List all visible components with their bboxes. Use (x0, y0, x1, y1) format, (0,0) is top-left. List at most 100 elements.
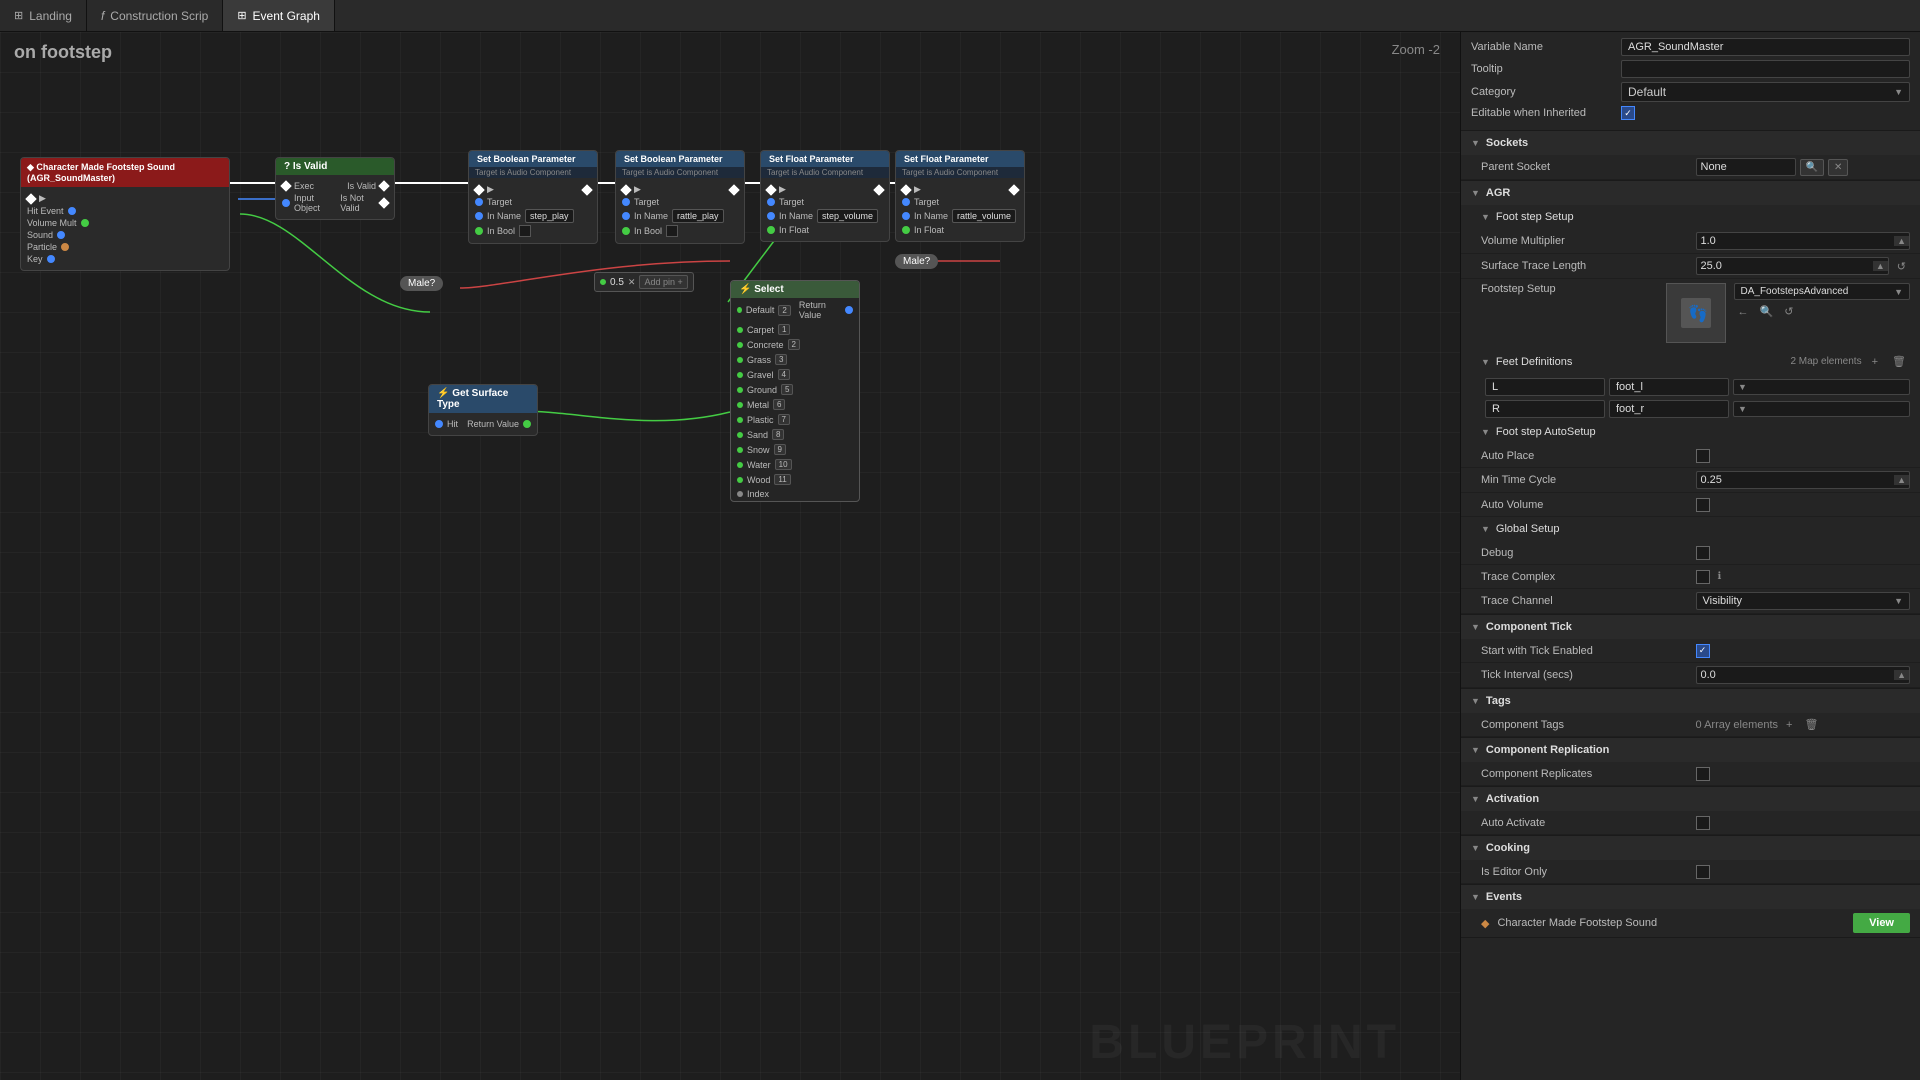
cooking-header[interactable]: ▼ Cooking (1461, 836, 1920, 860)
auto-place-row: Auto Place (1461, 444, 1920, 468)
set-float-1-header: Set Float Parameter (761, 151, 889, 167)
footstep-setup-asset-row: Footstep Setup 👣 DA_FootstepsAdvanced ▼ … (1461, 279, 1920, 347)
fs-asset-dropdown[interactable]: DA_FootstepsAdvanced ▼ (1734, 283, 1911, 300)
tick-interval-value: ▲ (1696, 666, 1911, 684)
feet-def-add-btn[interactable]: + (1868, 354, 1882, 370)
start-tick-checkbox[interactable] (1696, 644, 1710, 658)
trace-channel-label: Trace Channel (1481, 595, 1696, 607)
editable-label: Editable when Inherited (1471, 107, 1621, 119)
min-time-cycle-label: Min Time Cycle (1481, 474, 1696, 486)
tooltip-input[interactable] (1621, 60, 1910, 78)
activation-header[interactable]: ▼ Activation (1461, 787, 1920, 811)
feet-def-val-r[interactable] (1609, 400, 1729, 418)
feet-def-row-l: ▼ (1461, 376, 1920, 398)
variable-name-input[interactable] (1621, 38, 1910, 56)
sf1-exec-out (873, 184, 884, 195)
view-event-btn[interactable]: View (1853, 913, 1910, 933)
sockets-header[interactable]: ▼ Sockets (1461, 131, 1920, 155)
trace-complex-info-btn[interactable]: ℹ (1714, 569, 1726, 584)
fs-thumbnail: 👣 (1666, 283, 1726, 343)
add-pin-btn[interactable]: Add pin + (639, 275, 687, 289)
fs-back-btn[interactable]: ← (1734, 303, 1753, 320)
tooltip-row: Tooltip (1471, 60, 1910, 78)
act-arrow: ▼ (1471, 794, 1480, 804)
vol-spin-up[interactable]: ▲ (1894, 236, 1909, 246)
tags-add-btn[interactable]: + (1782, 717, 1796, 733)
fs-search-btn[interactable]: 🔍 (1756, 303, 1778, 320)
set-bool-1-body: ▶ Target In Name step_play In Bool (469, 178, 597, 243)
min-time-spin[interactable]: ▲ (1894, 475, 1909, 485)
feet-def-r-dropdown[interactable]: ▼ (1733, 401, 1910, 417)
agr-header[interactable]: ▼ AGR (1461, 181, 1920, 205)
auto-volume-label: Auto Volume (1481, 499, 1696, 511)
surface-trace-value: ▲ ↺ (1696, 257, 1911, 275)
feet-def-del-btn[interactable]: 🗑 (1888, 353, 1910, 370)
volume-mult-pin (81, 219, 89, 227)
tab-construction[interactable]: f Construction Scrip (87, 0, 223, 31)
tick-interval-wrap: ▲ (1696, 666, 1911, 684)
global-setup-title: Global Setup (1496, 523, 1560, 535)
set-float-2-node: Set Float Parameter Target is Audio Comp… (895, 150, 1025, 242)
feet-def-header[interactable]: ▼ Feet Definitions 2 Map elements + 🗑 (1461, 347, 1920, 376)
parent-socket-input[interactable] (1697, 159, 1795, 175)
select-item-plastic: Plastic 7 (731, 412, 859, 427)
foot-step-setup-header[interactable]: ▼ Foot step Setup (1461, 205, 1920, 229)
tab-event-graph[interactable]: ⊞ Event Graph (223, 0, 335, 31)
component-tags-row: Component Tags 0 Array elements + 🗑 (1461, 713, 1920, 737)
male-bubble-1: Male? (400, 276, 443, 291)
tab-landing[interactable]: ⊞ Landing (0, 0, 87, 31)
trace-complex-checkbox[interactable] (1696, 570, 1710, 584)
trace-spin-up[interactable]: ▲ (1873, 261, 1888, 271)
tick-interval-input[interactable] (1697, 667, 1895, 683)
tags-del-btn[interactable]: 🗑 (1800, 716, 1822, 733)
feet-def-val-l[interactable] (1609, 378, 1729, 396)
activation-section: ▼ Activation Auto Activate (1461, 787, 1920, 836)
feet-def-key-r[interactable] (1485, 400, 1605, 418)
surface-trace-wrap: ▲ (1696, 257, 1889, 275)
canvas-area[interactable]: on footstep Zoom -2 BLUEPRINT ◆ (0, 32, 1460, 1080)
auto-volume-checkbox[interactable] (1696, 498, 1710, 512)
feet-def-l-dropdown[interactable]: ▼ (1733, 379, 1910, 395)
surface-trace-input[interactable] (1697, 258, 1873, 274)
category-dropdown[interactable]: Default ▼ (1621, 82, 1910, 102)
act-title: Activation (1486, 793, 1539, 805)
trace-channel-dropdown[interactable]: Visibility ▼ (1696, 592, 1911, 610)
sound-pin (57, 231, 65, 239)
get-surface-body: Hit Return Value (429, 413, 537, 435)
tick-spin[interactable]: ▲ (1894, 670, 1909, 680)
events-header[interactable]: ▼ Events (1461, 885, 1920, 909)
parent-socket-search-btn[interactable]: 🔍 (1800, 159, 1824, 176)
feet-def-key-l[interactable] (1485, 378, 1605, 396)
variable-section: Variable Name Tooltip Category Default ▼… (1461, 32, 1920, 131)
debug-checkbox[interactable] (1696, 546, 1710, 560)
component-replicates-checkbox[interactable] (1696, 767, 1710, 781)
tags-header[interactable]: ▼ Tags (1461, 689, 1920, 713)
sb1-target (475, 198, 483, 206)
hit-event-pin (68, 207, 76, 215)
tick-interval-label: Tick Interval (secs) (1481, 669, 1696, 681)
sb1-inbool (475, 227, 483, 235)
component-tick-header[interactable]: ▼ Component Tick (1461, 615, 1920, 639)
trace-reset-btn[interactable]: ↺ (1893, 258, 1910, 275)
fs-reset-btn[interactable]: ↺ (1780, 303, 1797, 320)
volume-mult-input[interactable] (1697, 233, 1895, 249)
parent-socket-clear-btn[interactable]: ✕ (1828, 159, 1848, 176)
category-row: Category Default ▼ (1471, 82, 1910, 102)
select-item-snow: Snow 9 (731, 442, 859, 457)
editable-checkbox[interactable] (1621, 106, 1635, 120)
replication-header[interactable]: ▼ Component Replication (1461, 738, 1920, 762)
auto-activate-checkbox[interactable] (1696, 816, 1710, 830)
editor-only-checkbox[interactable] (1696, 865, 1710, 879)
auto-setup-header[interactable]: ▼ Foot step AutoSetup (1461, 420, 1920, 444)
surface-trace-row: Surface Trace Length ▲ ↺ (1461, 254, 1920, 279)
set-bool-2-body: ▶ Target In Name rattle_play In Bool (616, 178, 744, 243)
auto-place-checkbox[interactable] (1696, 449, 1710, 463)
sf1-inname (767, 212, 775, 220)
global-setup-header[interactable]: ▼ Global Setup (1461, 517, 1920, 541)
get-surface-node: ⚡ Get Surface Type Hit Return Value (428, 384, 538, 436)
trace-complex-row: Trace Complex ℹ (1461, 565, 1920, 589)
min-time-input[interactable] (1697, 472, 1895, 488)
gs-hit-pin (435, 420, 443, 428)
select-item-grass: Grass 3 (731, 352, 859, 367)
surface-trace-label: Surface Trace Length (1481, 260, 1696, 272)
